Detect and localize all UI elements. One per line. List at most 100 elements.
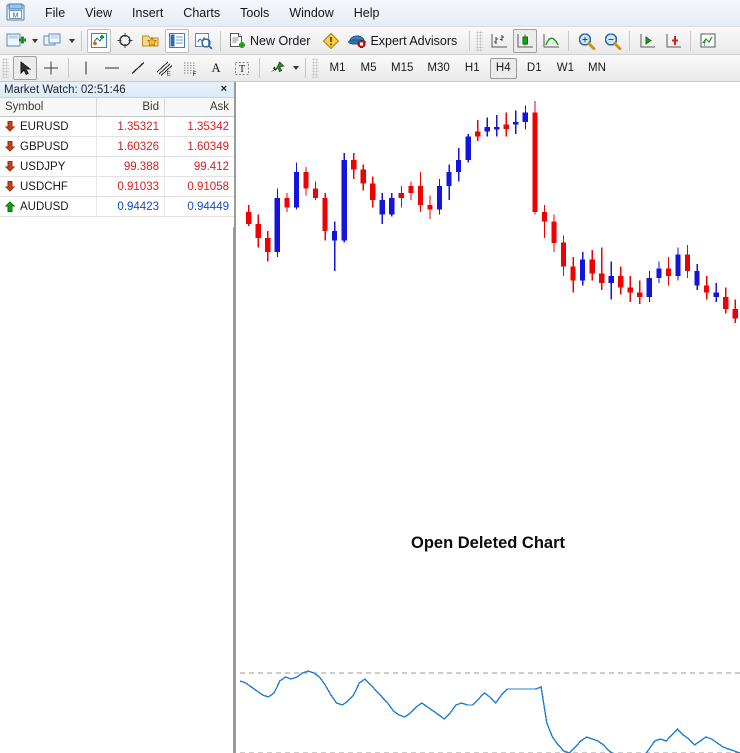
arrow-down-icon bbox=[5, 141, 15, 152]
horizontal-line-icon[interactable] bbox=[100, 56, 124, 80]
close-icon[interactable]: × bbox=[218, 84, 230, 95]
trendline-icon[interactable] bbox=[126, 56, 150, 80]
zoom-out-icon[interactable] bbox=[600, 29, 624, 53]
terminal-icon[interactable] bbox=[165, 29, 189, 53]
symbol-cell[interactable]: GBPUSD bbox=[0, 137, 97, 156]
timeframe-mn[interactable]: MN bbox=[583, 58, 611, 79]
equidistant-channel-icon[interactable]: E bbox=[152, 56, 176, 80]
shapes-arrows-icon[interactable] bbox=[265, 56, 289, 80]
candlestick-series bbox=[246, 101, 738, 323]
menu-tools[interactable]: Tools bbox=[230, 3, 279, 24]
oscillator-pane bbox=[240, 671, 740, 753]
menu-help[interactable]: Help bbox=[344, 3, 390, 24]
market-watch-header: Symbol Bid Ask bbox=[0, 98, 234, 117]
chart-shift-icon[interactable] bbox=[661, 29, 685, 53]
timeframe-m15[interactable]: M15 bbox=[386, 58, 418, 79]
ask-cell: 0.91058 bbox=[165, 177, 234, 196]
navigator-favorites-icon[interactable] bbox=[139, 29, 163, 53]
column-header-ask[interactable]: Ask bbox=[165, 98, 234, 116]
bar-chart-icon[interactable] bbox=[487, 29, 511, 53]
new-order-button[interactable]: New Order bbox=[225, 29, 318, 53]
indicators-icon[interactable]: f bbox=[696, 29, 720, 53]
ask-cell: 1.60349 bbox=[165, 137, 234, 156]
market-watch-titlebar: Market Watch: 02:51:46 × bbox=[0, 82, 234, 98]
symbol-label: AUDUSD bbox=[20, 201, 69, 213]
oscillator-line bbox=[240, 671, 740, 753]
timeframe-h1[interactable]: H1 bbox=[459, 58, 486, 79]
toolbar-separator bbox=[568, 31, 569, 51]
timeframe-m1[interactable]: M1 bbox=[324, 58, 351, 79]
profiles-icon[interactable] bbox=[41, 29, 65, 53]
vertical-line-icon[interactable] bbox=[74, 56, 98, 80]
ask-cell: 1.35342 bbox=[165, 117, 234, 136]
menu-bar: M File View Insert Charts Tools Window H… bbox=[0, 0, 740, 27]
metaeditor-warning-icon[interactable] bbox=[319, 29, 343, 53]
price-chart-canvas[interactable] bbox=[236, 82, 740, 753]
timeframes-grip[interactable] bbox=[312, 58, 319, 78]
timeframe-d1[interactable]: D1 bbox=[521, 58, 548, 79]
chart-window[interactable]: Open Deleted Chart bbox=[236, 82, 740, 753]
strategy-tester-icon[interactable] bbox=[191, 29, 215, 53]
menu-charts[interactable]: Charts bbox=[173, 3, 230, 24]
symbol-label: USDJPY bbox=[20, 161, 65, 173]
bid-cell: 0.91033 bbox=[97, 177, 165, 196]
menu-file[interactable]: File bbox=[35, 3, 75, 24]
bid-cell: 0.94423 bbox=[97, 197, 165, 216]
text-label-icon[interactable]: A bbox=[204, 56, 228, 80]
market-watch-row[interactable]: GBPUSD1.603261.60349 bbox=[0, 137, 234, 157]
svg-text:M: M bbox=[13, 13, 19, 20]
market-watch-title: Market Watch: 02:51:46 bbox=[4, 84, 126, 96]
metatrader-logo-icon: M bbox=[5, 3, 27, 23]
text-object-icon[interactable]: T bbox=[230, 56, 254, 80]
timeframe-m5[interactable]: M5 bbox=[355, 58, 382, 79]
new-chart-icon[interactable] bbox=[4, 29, 28, 53]
symbol-cell[interactable]: USDCHF bbox=[0, 177, 97, 196]
crosshair-icon[interactable] bbox=[39, 56, 63, 80]
market-watch-panel: Market Watch: 02:51:46 × Symbol Bid Ask … bbox=[0, 82, 235, 227]
ask-cell: 99.412 bbox=[165, 157, 234, 176]
symbol-label: USDCHF bbox=[20, 181, 68, 193]
profiles-dropdown[interactable] bbox=[66, 29, 77, 53]
menu-window[interactable]: Window bbox=[279, 3, 343, 24]
svg-text:E: E bbox=[166, 70, 171, 77]
column-header-bid[interactable]: Bid bbox=[97, 98, 165, 116]
symbol-cell[interactable]: AUDUSD bbox=[0, 197, 97, 216]
timeframe-h4[interactable]: H4 bbox=[490, 58, 517, 79]
arrow-down-icon bbox=[5, 161, 15, 172]
column-header-symbol[interactable]: Symbol bbox=[0, 98, 97, 116]
expert-advisors-icon bbox=[347, 32, 367, 49]
workspace-empty-area bbox=[0, 227, 234, 753]
menu-insert[interactable]: Insert bbox=[122, 3, 173, 24]
bid-cell: 1.35321 bbox=[97, 117, 165, 136]
candlestick-chart-icon[interactable] bbox=[513, 29, 537, 53]
toolbar-grip[interactable] bbox=[2, 58, 9, 78]
symbol-label: EURUSD bbox=[20, 121, 69, 133]
market-watch-row[interactable]: EURUSD 1.353211.35342 bbox=[0, 117, 234, 137]
market-watch-row[interactable]: USDCHF 0.910330.91058 bbox=[0, 177, 234, 197]
timeframe-m30[interactable]: M30 bbox=[422, 58, 454, 79]
timeframe-w1[interactable]: W1 bbox=[552, 58, 579, 79]
symbol-cell[interactable]: EURUSD bbox=[0, 117, 97, 136]
expert-advisors-button[interactable]: Expert Advisors bbox=[344, 29, 465, 53]
toolbar-separator bbox=[81, 31, 82, 51]
market-watch-row[interactable]: AUDUSD 0.944230.94449 bbox=[0, 197, 234, 217]
ask-cell: 0.94449 bbox=[165, 197, 234, 216]
toolbar-separator bbox=[68, 58, 69, 78]
toolbar-separator bbox=[305, 58, 306, 78]
shapes-dropdown[interactable] bbox=[290, 56, 301, 80]
line-chart-icon[interactable] bbox=[539, 29, 563, 53]
data-window-icon[interactable] bbox=[113, 29, 137, 53]
zoom-in-icon[interactable] bbox=[574, 29, 598, 53]
new-chart-dropdown[interactable] bbox=[29, 29, 40, 53]
auto-scroll-icon[interactable] bbox=[635, 29, 659, 53]
symbol-cell[interactable]: USDJPY bbox=[0, 157, 97, 176]
menu-view[interactable]: View bbox=[75, 3, 122, 24]
toolbar-grip[interactable] bbox=[476, 31, 483, 51]
new-order-icon bbox=[228, 32, 247, 49]
symbol-label: GBPUSD bbox=[20, 141, 69, 153]
cursor-arrow-icon[interactable] bbox=[13, 56, 37, 80]
market-watch-icon[interactable] bbox=[87, 29, 111, 53]
market-watch-row[interactable]: USDJPY99.38899.412 bbox=[0, 157, 234, 177]
fibonacci-retracement-icon[interactable]: F bbox=[178, 56, 202, 80]
expert-advisors-label: Expert Advisors bbox=[367, 34, 464, 48]
